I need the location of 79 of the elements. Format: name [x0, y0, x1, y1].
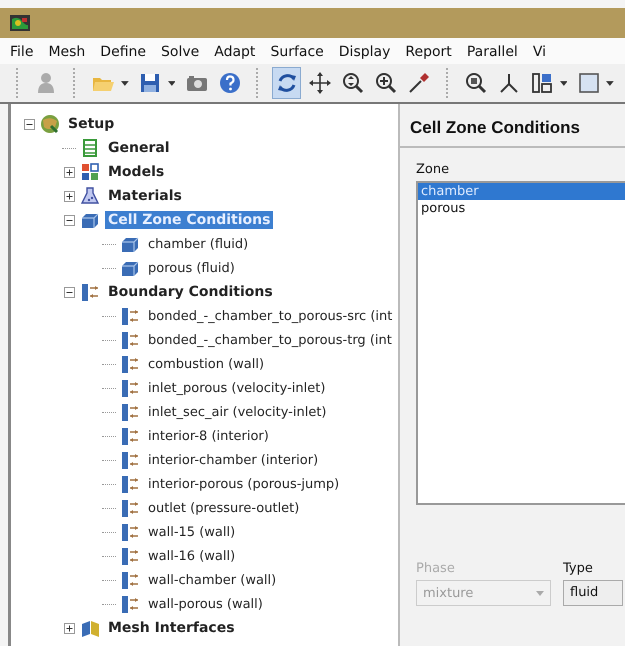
tree-item[interactable]: Cell Zone Conditions [105, 211, 274, 229]
caret-icon[interactable] [606, 80, 614, 86]
tree-item[interactable]: inlet_sec_air (velocity-inlet) [145, 404, 330, 420]
phase-label: Phase [416, 561, 456, 576]
boundary-icon [119, 546, 141, 566]
menu-item[interactable]: Adapt [214, 44, 256, 60]
boundary-icon [119, 330, 141, 350]
type-label: Type [563, 561, 594, 576]
boundary-icon [79, 282, 101, 302]
toolbar-button[interactable] [272, 67, 302, 99]
boundary-icon [119, 354, 141, 374]
move-arrows-icon [308, 71, 332, 95]
tree-item[interactable]: bonded_-_chamber_to_porous-trg (int [145, 332, 395, 348]
tree-item[interactable]: Models [105, 163, 168, 181]
tree-item[interactable]: bonded_-_chamber_to_porous-src (int [145, 308, 396, 324]
list-item[interactable]: porous [418, 200, 625, 217]
boundary-icon [119, 522, 141, 542]
boundary-icon [119, 402, 141, 422]
dropper-icon [406, 71, 431, 95]
caret-icon[interactable] [168, 80, 176, 86]
tree-item[interactable]: Setup [65, 115, 118, 133]
tree-item[interactable]: outlet (pressure-outlet) [145, 500, 302, 516]
tree-item[interactable]: inlet_porous (velocity-inlet) [145, 380, 328, 396]
blocks-icon [79, 162, 101, 182]
caret-icon[interactable] [120, 80, 129, 86]
tree-item[interactable]: interior-porous (porous-jump) [145, 476, 342, 492]
expander-icon[interactable] [64, 166, 74, 178]
menu-item[interactable]: Solve [161, 44, 200, 60]
menu-item[interactable]: Mesh [48, 44, 86, 60]
globe-icon [39, 114, 61, 134]
help-icon [218, 71, 242, 95]
menu-item[interactable]: File [10, 44, 34, 60]
menu-item[interactable]: Display [338, 44, 390, 60]
boundary-icon [119, 594, 141, 614]
magnifier-icon [464, 71, 488, 95]
mesh-icon [79, 618, 101, 638]
menu-item[interactable]: Parallel [466, 44, 518, 60]
tree-item[interactable]: porous (fluid) [145, 260, 238, 276]
expander-icon[interactable] [64, 190, 74, 202]
boundary-icon [119, 306, 141, 326]
caret-icon [536, 590, 544, 596]
zoom-fit-icon [340, 71, 365, 95]
tree-item[interactable]: chamber (fluid) [145, 236, 252, 252]
tree-item[interactable]: Boundary Conditions [105, 283, 276, 301]
tree-item[interactable]: wall-porous (wall) [145, 596, 266, 612]
tree-item[interactable]: combustion (wall) [145, 356, 268, 372]
boundary-icon [119, 570, 141, 590]
square-icon [576, 71, 601, 95]
tree-item[interactable]: interior-8 (interior) [145, 428, 272, 444]
menu-item[interactable]: Surface [270, 44, 324, 60]
app-icon [10, 15, 30, 31]
boundary-icon [119, 378, 141, 398]
zone-label: Zone [416, 162, 450, 177]
tree-item[interactable]: interior-chamber (interior) [145, 452, 322, 468]
flask-icon [79, 186, 101, 206]
caret-icon[interactable] [560, 80, 568, 86]
boundary-icon [119, 426, 141, 446]
zone-list[interactable]: chamber porous [416, 181, 625, 505]
expander-icon[interactable] [64, 622, 74, 634]
panel-title: Cell Zone Conditions [400, 104, 625, 148]
boundary-icon [119, 498, 141, 518]
type-field[interactable]: fluid [563, 580, 623, 606]
tree-item[interactable]: wall-15 (wall) [145, 524, 238, 540]
boundary-icon [119, 450, 141, 470]
tree-item[interactable]: wall-16 (wall) [145, 548, 238, 564]
list-item[interactable]: chamber [418, 183, 625, 200]
expander-icon[interactable] [64, 286, 74, 298]
tree-item[interactable]: wall-chamber (wall) [145, 572, 280, 588]
zoom-in-icon [374, 71, 398, 95]
tree-item[interactable]: Mesh Interfaces [105, 619, 238, 637]
menu-item[interactable]: Vi [532, 44, 546, 60]
expander-icon[interactable] [64, 214, 74, 226]
tree-item[interactable]: General [105, 139, 173, 157]
menu-item[interactable]: Define [100, 44, 146, 60]
tree-item[interactable]: Materials [105, 187, 185, 205]
expander-icon[interactable] [24, 118, 34, 130]
boundary-icon [119, 474, 141, 494]
layout-icon [530, 71, 554, 95]
menu-item[interactable]: Report [405, 44, 452, 60]
